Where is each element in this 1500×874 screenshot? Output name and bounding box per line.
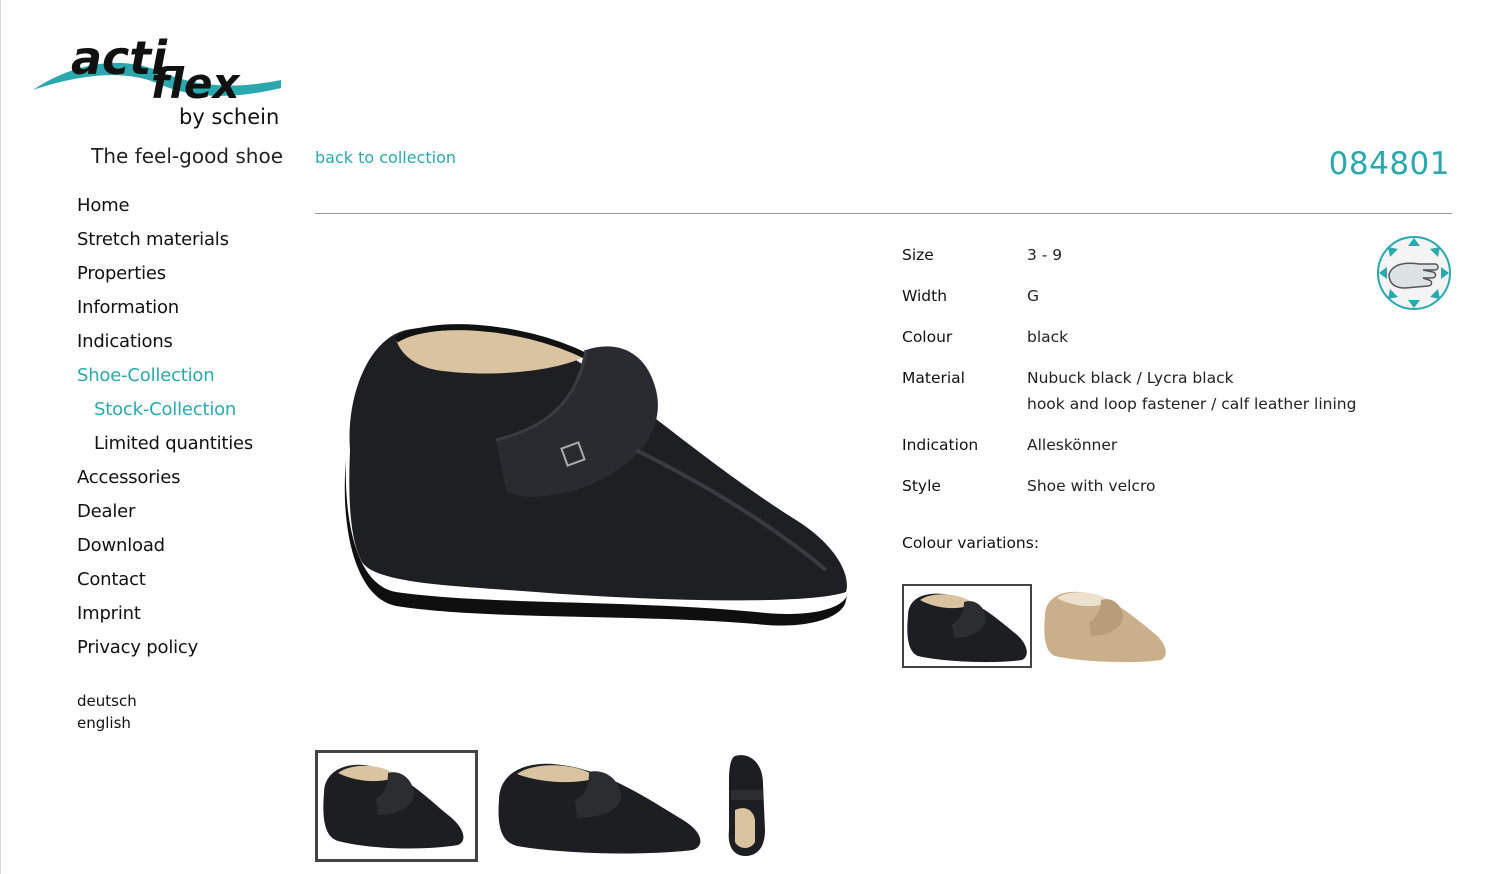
article-number: 084801	[1328, 146, 1450, 182]
thumbnail-view-top[interactable]	[721, 750, 771, 862]
nav-item-limited-quantities[interactable]: Limited quantities	[77, 430, 297, 464]
spec-row-size: Size 3 - 9	[902, 242, 1372, 268]
tagline: The feel-good shoe	[91, 144, 283, 168]
colour-variation-beige[interactable]	[1041, 584, 1171, 668]
spec-row-material: Material Nubuck black / Lycra black hook…	[902, 365, 1372, 417]
spec-value-material: Nubuck black / Lycra black hook and loop…	[1027, 365, 1372, 417]
nav-item-properties[interactable]: Properties	[77, 260, 297, 294]
spec-value-width: G	[1027, 287, 1040, 305]
language-english[interactable]: english	[77, 712, 137, 734]
language-switcher: deutsch english	[77, 690, 137, 734]
thumbnail-view-side[interactable]	[493, 750, 705, 862]
main-navigation: Home Stretch materials Properties Inform…	[77, 192, 297, 668]
logo-by-schein: by schein	[179, 105, 279, 129]
spec-row-style: Style Shoe with velcro	[902, 473, 1372, 499]
material-line: hook and loop fastener / calf leather li…	[1027, 395, 1357, 413]
nav-item-privacy-policy[interactable]: Privacy policy	[77, 634, 297, 668]
nav-item-indications[interactable]: Indications	[77, 328, 297, 362]
spec-value-style: Shoe with velcro	[1027, 477, 1156, 495]
brand-logo[interactable]: acti flex by schein	[31, 24, 287, 132]
nav-item-dealer[interactable]: Dealer	[77, 498, 297, 532]
spec-label: Colour	[902, 328, 953, 346]
header-divider	[315, 213, 1452, 214]
nav-item-download[interactable]: Download	[77, 532, 297, 566]
colour-variation-black[interactable]	[902, 584, 1032, 668]
nav-item-imprint[interactable]: Imprint	[77, 600, 297, 634]
thumbnail-view-angle[interactable]	[315, 750, 478, 862]
back-to-collection-link[interactable]: back to collection	[315, 148, 456, 167]
spec-row-indication: Indication Alleskönner	[902, 432, 1372, 458]
product-specs: Size 3 - 9 Width G Colour black Material…	[902, 242, 1372, 514]
spec-label: Material	[902, 369, 965, 387]
material-line: Nubuck black / Lycra black	[1027, 369, 1234, 387]
colour-variations-label: Colour variations:	[902, 534, 1040, 552]
stretch-hand-icon	[1375, 234, 1453, 312]
spec-label: Width	[902, 287, 948, 305]
nav-item-shoe-collection[interactable]: Shoe-Collection	[77, 362, 297, 396]
nav-item-stretch-materials[interactable]: Stretch materials	[77, 226, 297, 260]
spec-label: Style	[902, 477, 941, 495]
logo-word-flex: flex	[151, 59, 242, 108]
nav-item-stock-collection[interactable]: Stock-Collection	[77, 396, 297, 430]
nav-item-contact[interactable]: Contact	[77, 566, 297, 600]
spec-label: Indication	[902, 436, 979, 454]
nav-item-information[interactable]: Information	[77, 294, 297, 328]
main-product-image[interactable]	[336, 300, 856, 660]
spec-row-colour: Colour black	[902, 324, 1372, 350]
spec-label: Size	[902, 246, 934, 264]
spec-row-width: Width G	[902, 283, 1372, 309]
nav-item-accessories[interactable]: Accessories	[77, 464, 297, 498]
spec-value-indication: Alleskönner	[1027, 436, 1118, 454]
language-deutsch[interactable]: deutsch	[77, 690, 137, 712]
nav-item-home[interactable]: Home	[77, 192, 297, 226]
spec-value-colour: black	[1027, 328, 1069, 346]
spec-value-size: 3 - 9	[1027, 246, 1063, 264]
